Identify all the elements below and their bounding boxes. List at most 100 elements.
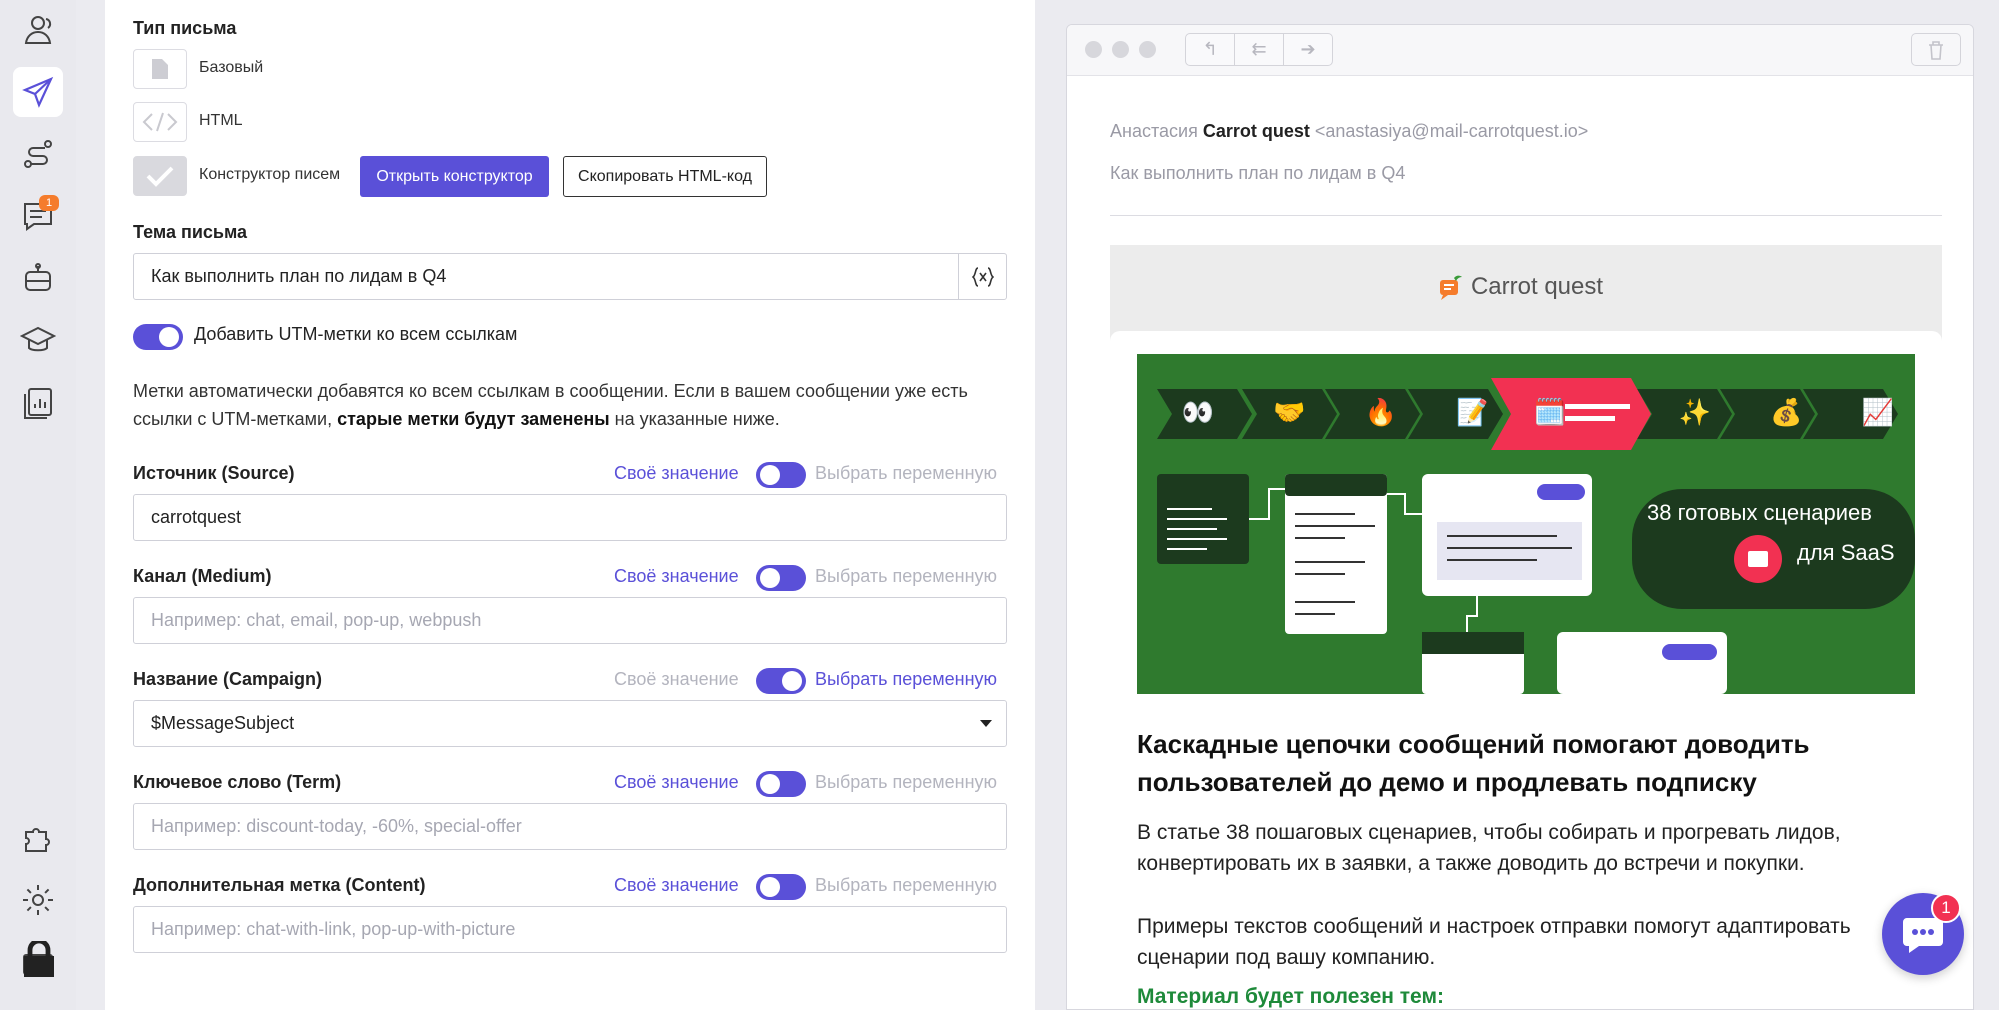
emoji: 📝 <box>1456 397 1489 427</box>
utm-settings-form: Тип письма Базовый HTML Конструктор писе… <box>105 0 1035 1010</box>
source-mode-toggle[interactable] <box>756 462 806 488</box>
term-own-value-option[interactable]: Своё значение <box>614 772 739 793</box>
term-label: Ключевое слово (Term) <box>133 772 342 792</box>
medium-own-value-option[interactable]: Своё значение <box>614 566 739 587</box>
lock-icon <box>24 941 54 977</box>
code-icon <box>142 112 178 132</box>
messages-badge: 1 <box>39 195 59 211</box>
document-icon <box>152 59 168 79</box>
reports-icon <box>24 388 52 419</box>
emoji: 👀 <box>1181 397 1215 427</box>
subject-label: Тема письма <box>133 222 248 242</box>
puzzle-icon <box>25 828 50 852</box>
mail-nav-group: ↰ ⇇ ➔ <box>1185 33 1333 66</box>
emoji: ✨ <box>1678 397 1712 427</box>
chat-unread-badge: 1 <box>1931 893 1961 923</box>
article-paragraph: Примеры текстов сообщений и настроек отп… <box>1137 915 1851 969</box>
window-dot <box>1139 41 1156 58</box>
term-choose-variable-option[interactable]: Выбрать переменную <box>815 772 997 793</box>
banner-title-line2: для SaaS <box>1797 540 1895 565</box>
window-dot <box>1112 41 1129 58</box>
users-icon <box>24 16 52 44</box>
type-basic-label: Базовый <box>199 59 264 76</box>
sidebar-item-billing[interactable] <box>13 937 63 987</box>
desc-bold-text: старые метки будут заменены <box>337 409 610 429</box>
brand-name: Carrot quest <box>1470 273 1604 300</box>
bot-icon <box>25 263 51 291</box>
term-mode-toggle[interactable] <box>756 771 806 797</box>
emoji: 💰 <box>1770 397 1803 427</box>
emoji: 🔥 <box>1364 397 1398 427</box>
campaign-mode-toggle[interactable] <box>756 668 806 694</box>
email-type-label: Тип письма <box>133 18 237 38</box>
sidebar-item-settings[interactable] <box>13 875 63 925</box>
medium-input[interactable]: Например: chat, email, pop-up, webpush <box>133 597 1007 644</box>
copy-html-button[interactable]: Скопировать HTML-код <box>563 156 767 197</box>
medium-choose-variable-option[interactable]: Выбрать переменную <box>815 566 997 587</box>
check-icon <box>146 166 174 187</box>
source-label: Источник (Source) <box>133 463 295 483</box>
sidebar-item-triggers[interactable] <box>13 129 63 179</box>
type-basic-option[interactable] <box>133 49 187 89</box>
graduation-cap-icon <box>20 326 56 352</box>
sidebar: 1 <box>0 0 76 1010</box>
open-builder-button[interactable]: Открыть конструктор <box>360 156 549 197</box>
banner-emoji-row: 👀 🤝 🔥 📝 🗓️ ✨ 💰 📈 <box>1168 397 1908 428</box>
sidebar-item-reports[interactable] <box>13 377 63 427</box>
term-input[interactable]: Например: discount-today, -60%, special-… <box>133 803 1007 850</box>
paper-plane-icon <box>22 76 54 108</box>
campaign-own-value-option[interactable]: Своё значение <box>614 669 739 690</box>
subject-input[interactable]: Как выполнить план по лидам в Q4 <box>133 253 959 300</box>
article-heading: Каскадные цепочки сообщений помогают дов… <box>1137 729 1810 797</box>
banner-title-line1: 38 готовых сценариев <box>1647 500 1872 525</box>
content-own-value-option[interactable]: Своё значение <box>614 875 739 896</box>
article-banner: 👀 🤝 🔥 📝 🗓️ ✨ 💰 📈 38 готовых сценариев дл… <box>1137 354 1915 694</box>
content-mode-toggle[interactable] <box>756 874 806 900</box>
campaign-choose-variable-option[interactable]: Выбрать переменную <box>815 669 997 690</box>
reply-all-icon[interactable]: ⇇ <box>1235 34 1284 65</box>
trash-button[interactable] <box>1911 33 1961 66</box>
emoji: 🤝 <box>1273 397 1306 427</box>
window-dot <box>1085 41 1102 58</box>
mail-subject: Как выполнить план по лидам в Q4 <box>1110 163 1406 183</box>
insert-variable-button[interactable] <box>958 253 1007 300</box>
campaign-select-value: $MessageSubject <box>151 713 295 733</box>
content-input[interactable]: Например: chat-with-link, pop-up-with-pi… <box>133 906 1007 953</box>
sidebar-item-conversations[interactable]: 1 <box>13 191 63 241</box>
type-builder-option[interactable] <box>133 156 187 196</box>
brand-logo: Carrot quest <box>1067 273 1973 302</box>
sidebar-item-integrations[interactable] <box>13 813 63 863</box>
source-choose-variable-option[interactable]: Выбрать переменную <box>815 463 997 484</box>
content-choose-variable-option[interactable]: Выбрать переменную <box>815 875 997 896</box>
campaign-label: Название (Campaign) <box>133 669 322 689</box>
from-first-name: Анастасия <box>1110 121 1198 141</box>
forward-icon[interactable]: ➔ <box>1284 34 1332 65</box>
from-last-name: Carrot quest <box>1202 121 1310 141</box>
emoji: 📈 <box>1861 397 1895 427</box>
source-own-value-option[interactable]: Своё значение <box>614 463 739 484</box>
campaign-select[interactable]: $MessageSubject <box>133 700 1007 747</box>
window-titlebar: ↰ ⇇ ➔ <box>1067 25 1973 76</box>
from-email: <anastasiya@mail-carrotquest.io> <box>1314 121 1589 141</box>
sidebar-item-academy[interactable] <box>13 315 63 365</box>
type-html-label: HTML <box>199 112 243 129</box>
desc-text-end: на указанные ниже. <box>609 409 780 429</box>
sidebar-item-campaigns[interactable] <box>13 67 63 117</box>
chevron-down-icon <box>980 720 992 727</box>
emoji: 🗓️ <box>1533 397 1567 427</box>
variable-icon <box>971 266 994 287</box>
carrot-logo-icon <box>1439 275 1462 300</box>
type-html-option[interactable] <box>133 102 187 142</box>
sidebar-item-users[interactable] <box>13 5 63 55</box>
type-builder-label: Конструктор писем <box>199 166 341 183</box>
source-input[interactable]: carrotquest <box>133 494 1007 541</box>
medium-label: Канал (Medium) <box>133 566 272 586</box>
utm-toggle-label: Добавить UTM-метки ко всем ссылкам <box>194 324 518 344</box>
content-label: Дополнительная метка (Content) <box>133 875 426 895</box>
utm-toggle[interactable] <box>133 324 183 350</box>
gear-icon <box>23 885 53 915</box>
reply-icon[interactable]: ↰ <box>1186 34 1235 65</box>
medium-mode-toggle[interactable] <box>756 565 806 591</box>
sidebar-item-bots[interactable] <box>13 253 63 303</box>
useful-for-heading: Материал будет полезен тем: <box>1137 985 1444 1008</box>
